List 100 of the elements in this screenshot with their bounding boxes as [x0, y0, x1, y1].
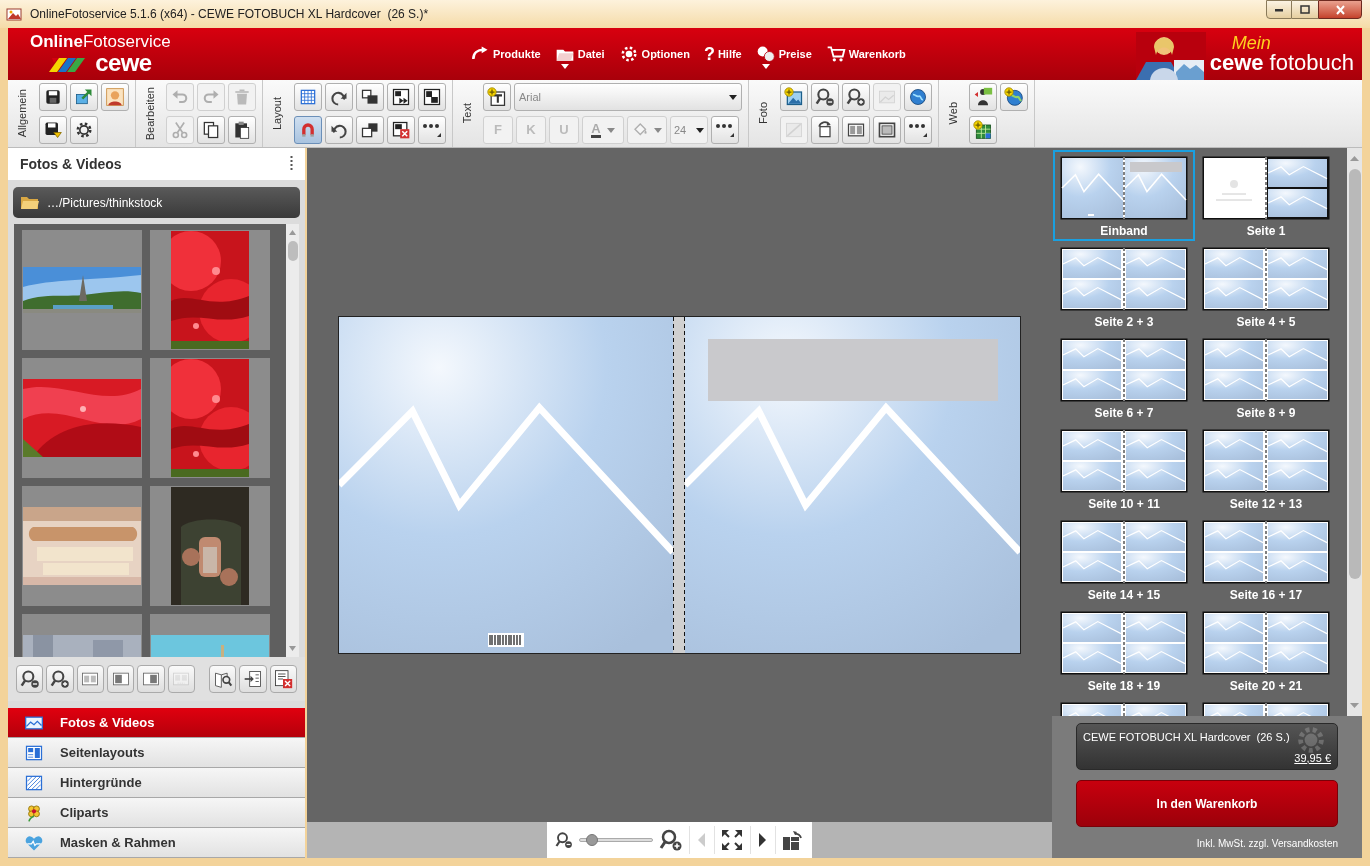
- toolbar-button[interactable]: [872, 116, 901, 144]
- toolbar-button[interactable]: [810, 83, 839, 111]
- toolbar-button[interactable]: [386, 116, 415, 144]
- group-label: Text: [459, 103, 474, 124]
- menu-item[interactable]: Preise: [755, 42, 812, 66]
- folder-icon: [21, 195, 39, 210]
- toolbar-button[interactable]: [417, 116, 446, 144]
- clipboard-icon: [232, 120, 252, 140]
- menu-item[interactable]: Warenkorb: [825, 42, 906, 66]
- page-item[interactable]: Seite 2 + 3: [1053, 241, 1195, 332]
- menu-item[interactable]: Optionen: [618, 42, 690, 66]
- minimize-button[interactable]: [1266, 0, 1292, 19]
- tool-button[interactable]: [107, 665, 135, 693]
- cart-icon: [825, 44, 846, 64]
- brand-name: cewe fotobuch: [1209, 52, 1354, 74]
- toolbar-button[interactable]: [38, 83, 67, 111]
- toolbar-button[interactable]: [386, 83, 415, 111]
- caret-icon: [761, 64, 770, 69]
- close-icon: [1334, 4, 1346, 15]
- tool-button[interactable]: [269, 665, 298, 693]
- add-image-icon: [783, 87, 804, 107]
- arrow-left-icon: [698, 833, 706, 847]
- menu-item[interactable]: Produkte: [470, 42, 541, 66]
- page-item[interactable]: Seite 6 + 7: [1053, 332, 1195, 423]
- nav-tab[interactable]: Hintergründe: [8, 768, 305, 798]
- toolbar-button[interactable]: [324, 83, 353, 111]
- page-item[interactable]: Seite 10 + 11: [1053, 423, 1195, 514]
- zoom-in-icon: [658, 828, 683, 852]
- fit-button[interactable]: [721, 828, 744, 852]
- scrollbar[interactable]: [286, 224, 299, 657]
- nav-tab[interactable]: Fotos & Videos: [8, 708, 305, 738]
- tool-button[interactable]: [208, 665, 237, 693]
- nav-tab[interactable]: Masken & Rahmen: [8, 828, 305, 858]
- zoom-slider[interactable]: [579, 833, 653, 847]
- tool-button[interactable]: [137, 665, 165, 693]
- tool-button[interactable]: [76, 665, 105, 693]
- toolbar-button[interactable]: [903, 116, 932, 144]
- toolbar-button[interactable]: [483, 83, 511, 111]
- tool-button[interactable]: [16, 665, 44, 693]
- drag-handle-icon[interactable]: [290, 155, 293, 173]
- page-item[interactable]: Seite 18 + 19: [1053, 605, 1195, 696]
- group-label: Allgemein: [15, 89, 29, 138]
- toolbar-button[interactable]: [779, 83, 808, 111]
- tool-button[interactable]: [239, 665, 267, 693]
- maximize-button[interactable]: [1292, 0, 1318, 19]
- barcode-icon: [488, 633, 524, 647]
- folder-selector[interactable]: …/Pictures/thinkstock: [13, 187, 300, 218]
- layout-icon: [421, 87, 442, 107]
- arrow-down-icon: [1350, 703, 1359, 708]
- scrollbar-thumb[interactable]: [287, 241, 298, 261]
- page-item[interactable]: Einband: [1053, 150, 1195, 241]
- page-item[interactable]: Seite 12 + 13: [1195, 423, 1337, 514]
- question-mark-icon: ?: [703, 45, 715, 63]
- book-search-icon: [212, 669, 233, 689]
- page-item[interactable]: Seite 16 + 17: [1195, 514, 1337, 605]
- scrollbar-thumb[interactable]: [1348, 169, 1361, 579]
- person-arrows-icon: [973, 87, 993, 107]
- toolbar-button[interactable]: [355, 116, 384, 144]
- toolbar-button[interactable]: [969, 83, 997, 111]
- nav-tab[interactable]: Seitenlayouts: [8, 738, 305, 768]
- export-icon: [73, 87, 94, 107]
- toolbar-button[interactable]: [711, 116, 739, 144]
- panel-title: Fotos & Videos: [20, 154, 122, 174]
- font-field[interactable]: Arial: [514, 83, 742, 111]
- caret-icon: [606, 127, 615, 133]
- page-item[interactable]: Seite 14 + 15: [1053, 514, 1195, 605]
- zoom-in-icon: [50, 669, 71, 689]
- toolbar-button[interactable]: [228, 116, 256, 144]
- group-label: Bearbeiten: [142, 86, 157, 141]
- scrollbar[interactable]: [1347, 148, 1362, 716]
- fullscreen-icon: [721, 829, 744, 851]
- close-button[interactable]: [1318, 0, 1362, 19]
- swap-layout-button[interactable]: [782, 828, 804, 852]
- tax-note: Inkl. MwSt. zzgl. Versandkosten: [1196, 837, 1338, 851]
- toolbar-button[interactable]: [969, 116, 997, 144]
- brand-prefix: Mein: [1231, 34, 1272, 52]
- more-icon: [421, 122, 442, 138]
- brand-name: cewe: [95, 51, 152, 75]
- toolbar-button[interactable]: [38, 116, 67, 144]
- toolbar-button[interactable]: [417, 83, 446, 111]
- page-item[interactable]: Seite 1: [1195, 150, 1337, 241]
- page-item[interactable]: Seite 8 + 9: [1195, 332, 1337, 423]
- arrow-up-icon: [289, 230, 296, 235]
- window-title: OnlineFotoservice 5.1.6 (x64) - CEWE FOTOBUCH XL Hardcover (26 S.)*: [30, 6, 429, 23]
- page-item[interactable]: Seite 20 + 21: [1195, 605, 1337, 696]
- toolbar-button[interactable]: [841, 83, 870, 111]
- zoom-out-icon: [19, 669, 40, 689]
- toolbar-button[interactable]: [69, 116, 98, 144]
- price-link[interactable]: 39,95 €: [1294, 749, 1331, 766]
- toolbar-button[interactable]: [810, 116, 839, 144]
- person-icon: [104, 87, 125, 107]
- nav-tab[interactable]: Cliparts: [8, 798, 305, 828]
- menu-item[interactable]: Datei: [554, 42, 605, 66]
- toolbar-button[interactable]: [324, 116, 353, 144]
- add-to-cart-button[interactable]: In den Warenkorb: [1076, 780, 1338, 827]
- toolbar-button[interactable]: [841, 116, 870, 144]
- toolbar-button[interactable]: [355, 83, 384, 111]
- page-item[interactable]: Seite 4 + 5: [1195, 241, 1337, 332]
- tool-button[interactable]: [46, 665, 74, 693]
- toolbar-button[interactable]: [197, 116, 225, 144]
